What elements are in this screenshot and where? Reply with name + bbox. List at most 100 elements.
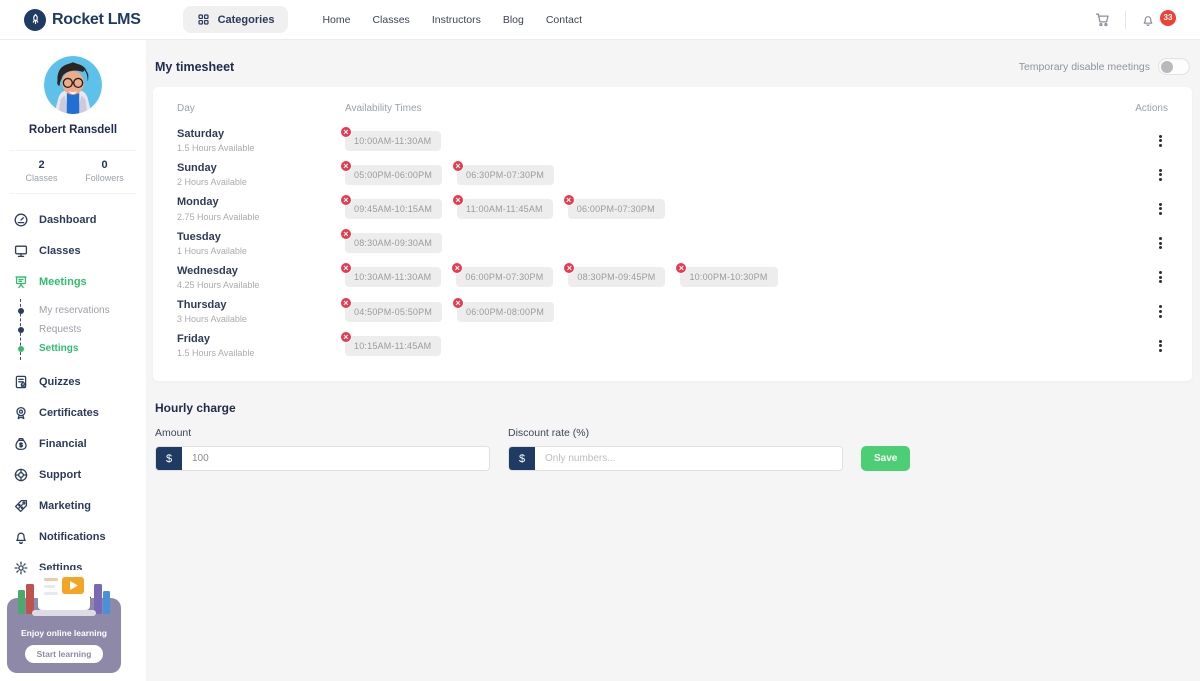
classes-icon — [12, 242, 29, 259]
sidebar-item-notifications[interactable]: Notifications — [0, 521, 146, 552]
notifications-button[interactable] — [1140, 12, 1156, 28]
save-button[interactable]: Save — [861, 446, 910, 471]
main-content: My timesheet Temporary disable meetings … — [146, 40, 1200, 681]
followers-count: 0 — [73, 159, 136, 171]
row-actions-menu-button[interactable] — [1153, 163, 1168, 186]
nav-link-blog[interactable]: Blog — [503, 14, 524, 26]
sidebar-item-label: Notifications — [39, 531, 106, 543]
cart-icon — [1094, 11, 1111, 28]
day-name: Friday — [177, 333, 345, 346]
divider — [1125, 11, 1126, 29]
remove-slot-button[interactable]: × — [340, 262, 352, 274]
hours-available: 1.5 Hours Available — [177, 143, 345, 153]
support-icon — [12, 466, 29, 483]
day-name: Wednesday — [177, 265, 345, 278]
quizzes-icon — [12, 373, 29, 390]
remove-slot-button[interactable]: × — [451, 262, 463, 274]
hourly-charge-title: Hourly charge — [155, 401, 1190, 415]
remove-slot-button[interactable]: × — [563, 262, 575, 274]
time-slot-label: 11:00AM-11:45AM — [466, 204, 543, 214]
row-actions-menu-button[interactable] — [1153, 231, 1168, 254]
user-name: Robert Ransdell — [0, 124, 146, 136]
cart-button[interactable] — [1094, 11, 1111, 28]
remove-slot-button[interactable]: × — [340, 126, 352, 138]
remove-slot-button[interactable]: × — [452, 160, 464, 172]
sidebar-item-support[interactable]: Support — [0, 459, 146, 490]
notification-count-badge: 33 — [1160, 10, 1176, 26]
row-actions-menu-button[interactable] — [1153, 266, 1168, 289]
remove-slot-button[interactable]: × — [340, 160, 352, 172]
hours-available: 2 Hours Available — [177, 177, 345, 187]
row-actions-menu-button[interactable] — [1153, 334, 1168, 357]
day-name: Tuesday — [177, 231, 345, 244]
header-availability-times: Availability Times — [345, 103, 1128, 114]
sidebar: Robert Ransdell 2 Classes 0 Followers Da… — [0, 40, 146, 681]
header-actions: Actions — [1128, 103, 1168, 114]
time-slot-label: 06:00PM-07:30PM — [465, 272, 543, 282]
hours-available: 2.75 Hours Available — [177, 212, 345, 222]
time-slot-chip: ×06:00PM-07:30PM — [568, 199, 665, 219]
nav-link-contact[interactable]: Contact — [546, 14, 582, 26]
day-name: Monday — [177, 196, 345, 209]
time-slot-label: 06:30PM-07:30PM — [466, 170, 544, 180]
day-name: Sunday — [177, 162, 345, 175]
sidebar-item-financial[interactable]: Financial — [0, 428, 146, 459]
remove-slot-button[interactable]: × — [452, 194, 464, 206]
sidebar-item-meetings[interactable]: Meetings — [0, 266, 146, 297]
remove-slot-button[interactable]: × — [340, 228, 352, 240]
currency-prefix: $ — [509, 447, 535, 470]
nav-link-home[interactable]: Home — [322, 14, 350, 26]
sidebar-subitem-settings[interactable]: Settings — [21, 339, 146, 358]
remove-slot-button[interactable]: × — [340, 194, 352, 206]
time-slot-label: 10:30AM-11:30AM — [354, 272, 431, 282]
remove-slot-button[interactable]: × — [675, 262, 687, 274]
sidebar-item-certificates[interactable]: Certificates — [0, 397, 146, 428]
row-actions-menu-button[interactable] — [1153, 300, 1168, 323]
nav-link-instructors[interactable]: Instructors — [432, 14, 481, 26]
nav-link-classes[interactable]: Classes — [372, 14, 409, 26]
header-day: Day — [177, 103, 345, 114]
bullet-icon — [18, 346, 24, 352]
time-slot-chip: ×06:00PM-08:00PM — [457, 302, 554, 322]
disable-meetings-label: Temporary disable meetings — [1019, 61, 1150, 73]
row-actions-menu-button[interactable] — [1153, 197, 1168, 220]
time-slots: ×10:15AM-11:45AM — [345, 336, 1128, 356]
day-name: Thursday — [177, 299, 345, 312]
remove-slot-button[interactable]: × — [563, 194, 575, 206]
hours-available: 3 Hours Available — [177, 314, 345, 324]
currency-prefix: $ — [156, 447, 182, 470]
amount-input[interactable] — [182, 447, 489, 470]
sidebar-subitem-my-reservations[interactable]: My reservations — [21, 301, 146, 320]
time-slot-label: 08:30PM-09:45PM — [577, 272, 655, 282]
remove-slot-button[interactable]: × — [340, 297, 352, 309]
timesheet-row-thursday: Thursday3 Hours Available×04:50PM-05:50P… — [177, 299, 1168, 324]
time-slot-chip: ×11:00AM-11:45AM — [457, 199, 553, 219]
categories-button[interactable]: Categories — [183, 6, 289, 33]
time-slots: ×09:45AM-10:15AM×11:00AM-11:45AM×06:00PM… — [345, 199, 1128, 219]
discount-rate-label: Discount rate (%) — [508, 427, 843, 439]
brand-name: Rocket LMS — [52, 11, 141, 29]
remove-slot-button[interactable]: × — [452, 297, 464, 309]
disable-meetings-toggle[interactable] — [1158, 58, 1190, 75]
sidebar-item-marketing[interactable]: Marketing — [0, 490, 146, 521]
sidebar-item-classes[interactable]: Classes — [0, 235, 146, 266]
sidebar-item-quizzes[interactable]: Quizzes — [0, 366, 146, 397]
classes-count: 2 — [10, 159, 73, 171]
start-learning-button[interactable]: Start learning — [25, 645, 104, 663]
remove-slot-button[interactable]: × — [340, 331, 352, 343]
time-slot-chip: ×10:30AM-11:30AM — [345, 267, 441, 287]
day-name: Saturday — [177, 128, 345, 141]
row-actions-menu-button[interactable] — [1153, 129, 1168, 152]
time-slots: ×10:00AM-11:30AM — [345, 131, 1128, 151]
notifications-icon — [12, 528, 29, 545]
sidebar-item-dashboard[interactable]: Dashboard — [0, 204, 146, 235]
discount-rate-input[interactable] — [535, 447, 842, 470]
time-slot-chip: ×06:00PM-07:30PM — [456, 267, 553, 287]
time-slot-chip: ×10:00AM-11:30AM — [345, 131, 441, 151]
amount-label: Amount — [155, 427, 490, 439]
certificates-icon — [12, 404, 29, 421]
sidebar-item-label: Quizzes — [39, 376, 81, 388]
sidebar-subitem-requests[interactable]: Requests — [21, 320, 146, 339]
brand-logo[interactable]: Rocket LMS — [24, 9, 141, 31]
time-slot-label: 10:15AM-11:45AM — [354, 341, 431, 351]
